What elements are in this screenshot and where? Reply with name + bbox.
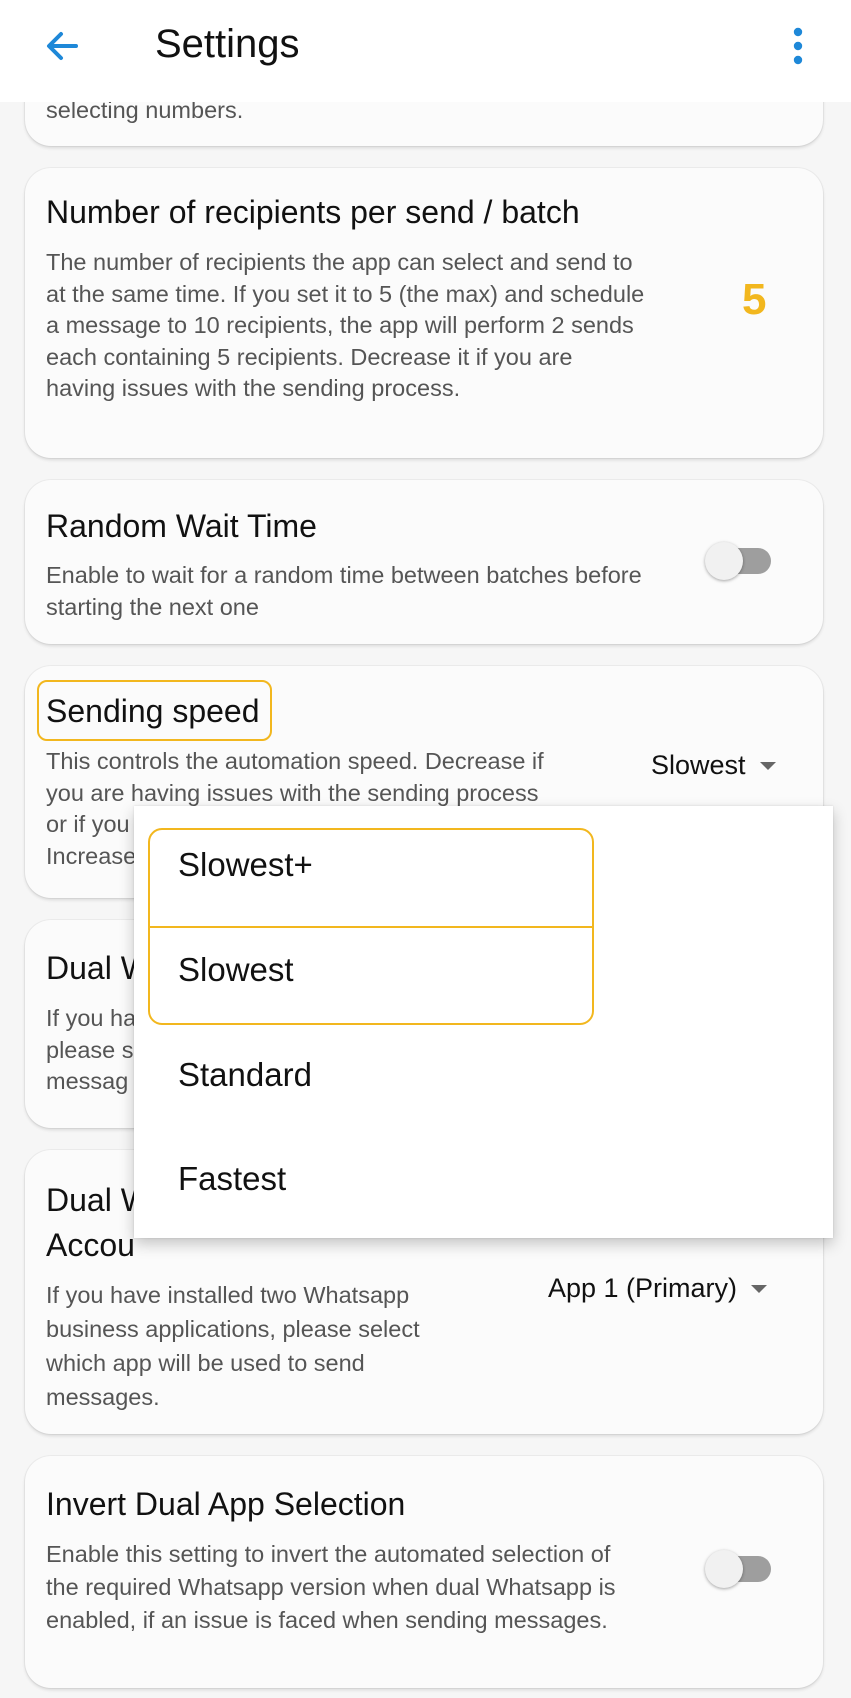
sending-speed-dropdown-menu: Slowest+ Slowest Standard Fastest <box>134 806 833 1238</box>
desc-line: messag <box>46 1068 129 1094</box>
dual-app-select[interactable]: App 1 (Primary) <box>548 1273 768 1304</box>
option-label: Slowest <box>178 951 294 988</box>
app-bar: Settings <box>0 0 851 102</box>
invert-dual-app-toggle[interactable] <box>705 1550 771 1588</box>
random-wait-time-card[interactable]: Random Wait Time Enable to wait for a ra… <box>25 480 823 644</box>
back-button[interactable] <box>40 24 84 68</box>
speed-option-standard[interactable]: Standard <box>134 1026 833 1131</box>
sending-speed-select[interactable]: Slowest <box>651 750 776 781</box>
random-wait-time-toggle[interactable] <box>705 542 771 580</box>
desc-line: If you ha <box>46 1005 137 1031</box>
more-options-button[interactable] <box>778 22 818 70</box>
speed-option-slowest[interactable]: Slowest <box>134 921 833 1026</box>
dual-whatsapp-account-description: If you have installed two Whatsapp busin… <box>46 1282 420 1410</box>
more-vert-icon <box>793 27 803 65</box>
sending-speed-selected-value: Slowest <box>651 750 746 780</box>
desc-line: you are having issues with the sending p… <box>46 779 539 806</box>
page-title: Settings <box>155 22 300 66</box>
dropdown-caret-icon <box>759 761 776 770</box>
random-wait-time-title: Random Wait Time <box>46 508 317 544</box>
option-label: Standard <box>178 1056 312 1093</box>
invert-dual-app-title: Invert Dual App Selection <box>46 1486 406 1522</box>
recipients-per-batch-card[interactable]: Number of recipients per send / batch Th… <box>25 168 823 458</box>
speed-option-fastest[interactable]: Fastest <box>134 1130 833 1235</box>
random-wait-time-description: Enable to wait for a random time between… <box>46 562 642 620</box>
toggle-thumb <box>705 542 743 580</box>
dropdown-caret-icon <box>751 1284 768 1293</box>
option-label: Fastest <box>178 1160 287 1197</box>
invert-dual-app-description: Enable this setting to invert the automa… <box>46 1541 616 1633</box>
recipients-per-batch-description: The number of recipients the app can sel… <box>46 249 645 401</box>
sending-speed-title-highlight <box>37 680 272 741</box>
dual-app-selected-value: App 1 (Primary) <box>548 1273 738 1303</box>
option-label: Slowest+ <box>178 846 313 883</box>
desc-line: please s <box>46 1036 134 1063</box>
toggle-thumb <box>705 1550 743 1588</box>
invert-dual-app-card[interactable]: Invert Dual App Selection Enable this se… <box>25 1456 823 1688</box>
desc-line: This controls the automation speed. Decr… <box>46 748 544 774</box>
recipients-per-batch-value[interactable]: 5 <box>742 275 766 325</box>
recipients-per-batch-title: Number of recipients per send / batch <box>46 194 580 230</box>
speed-option-slowest-plus[interactable]: Slowest+ <box>134 816 833 921</box>
dual-whatsapp-description: If you ha please s messag <box>46 1003 136 1098</box>
arrow-left-icon <box>47 32 78 60</box>
